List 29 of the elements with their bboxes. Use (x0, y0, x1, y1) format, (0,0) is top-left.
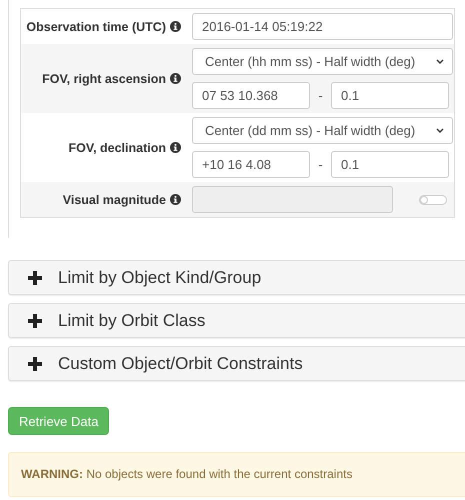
collapsible-panel[interactable]: Limit by Orbit Class (8, 303, 465, 338)
center-field[interactable]: +10 16 4.08 (192, 151, 310, 178)
warning-message: WARNING: No objects were found with the current constraints (8, 452, 465, 497)
text-field[interactable]: 2016-01-14 05:19:22 (192, 13, 453, 40)
info-icon[interactable] (170, 21, 181, 32)
info-icon[interactable] (170, 194, 181, 205)
panel-title: Limit by Orbit Class (58, 310, 206, 330)
half-width-field[interactable]: 0.1 (331, 82, 449, 109)
panel-title: Custom Object/Orbit Constraints (58, 354, 303, 374)
plus-icon (28, 356, 42, 370)
field-label: FOV, right ascension (42, 72, 166, 86)
field-label: Visual magnitude (62, 192, 166, 206)
separator: - (317, 88, 324, 103)
half-width-field[interactable]: 0.1 (331, 151, 449, 178)
collapsible-panel[interactable]: Custom Object/Orbit Constraints (8, 346, 465, 381)
plus-icon (28, 270, 42, 284)
caret-icon (436, 128, 444, 133)
caret-icon (436, 59, 444, 64)
field-label: Observation time (UTC) (26, 20, 166, 34)
collapsible-panel[interactable]: Limit by Object Kind/Group (8, 260, 465, 295)
info-icon[interactable] (170, 73, 181, 84)
separator: - (317, 157, 324, 172)
plus-icon (28, 314, 42, 328)
mode-dropdown[interactable]: Center (dd mm ss) - Half width (deg) (192, 117, 453, 144)
center-field[interactable]: 07 53 10.368 (192, 82, 310, 109)
panel-title: Limit by Object Kind/Group (58, 268, 262, 288)
mode-dropdown[interactable]: Center (hh mm ss) - Half width (deg) (192, 48, 453, 75)
info-icon[interactable] (170, 142, 181, 153)
field-label: FOV, declination (68, 140, 166, 154)
